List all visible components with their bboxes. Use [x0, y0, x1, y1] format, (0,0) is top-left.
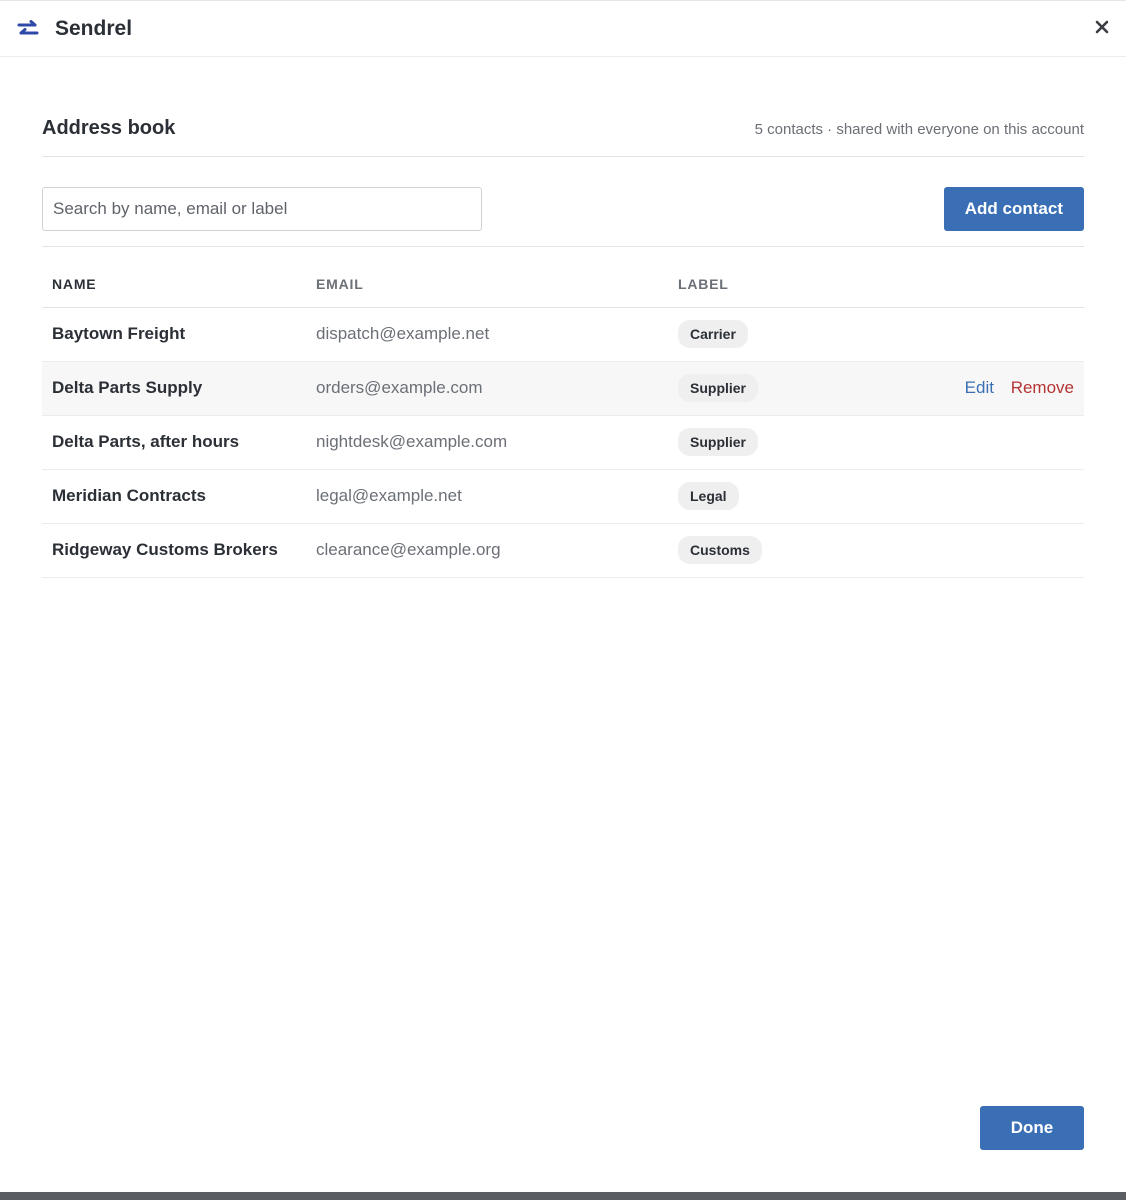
done-button[interactable]: Done — [980, 1106, 1084, 1150]
label-badge: Customs — [678, 536, 762, 564]
contact-name: Delta Parts Supply — [42, 361, 306, 416]
window-bottom-edge — [0, 1192, 1126, 1200]
swap-arrows-icon — [16, 17, 40, 41]
row-actions — [918, 307, 1084, 362]
contacts-table: NAME EMAIL LABEL Baytown Freight dispatc… — [42, 247, 1084, 578]
remove-contact-link[interactable]: Remove — [1011, 378, 1074, 397]
contact-email: legal@example.net — [306, 469, 668, 524]
column-header-name: NAME — [42, 247, 306, 308]
main-content: Address book 5 contacts · shared with ev… — [42, 57, 1084, 578]
label-badge: Supplier — [678, 428, 759, 456]
toolbar: Add contact — [42, 157, 1084, 247]
row-actions — [918, 415, 1084, 470]
contact-email: orders@example.com — [306, 361, 668, 416]
title-bar: Sendrel — [0, 1, 1126, 57]
add-contact-button[interactable]: Add contact — [943, 187, 1084, 231]
row-actions: Edit Remove — [918, 361, 1084, 416]
contact-name: Meridian Contracts — [42, 469, 306, 524]
contact-name: Baytown Freight — [42, 307, 306, 362]
label-badge: Legal — [678, 482, 739, 510]
column-header-actions — [918, 247, 1084, 308]
edit-contact-link[interactable]: Edit — [965, 378, 994, 397]
contacts-summary: 5 contacts · shared with everyone on thi… — [754, 121, 1084, 138]
table-row[interactable]: Ridgeway Customs Brokers clearance@examp… — [42, 523, 1084, 578]
contact-email: nightdesk@example.com — [306, 415, 668, 470]
table-row[interactable]: Baytown Freight dispatch@example.net Car… — [42, 307, 1084, 362]
column-header-email: EMAIL — [306, 247, 668, 308]
contact-name: Ridgeway Customs Brokers — [42, 523, 306, 578]
contact-name: Delta Parts, after hours — [42, 415, 306, 470]
address-book-window: Sendrel Address book 5 contacts · shared… — [0, 0, 1126, 1200]
close-icon[interactable] — [1090, 15, 1114, 39]
table-header-row: NAME EMAIL LABEL — [42, 247, 1084, 308]
table-row[interactable]: Delta Parts, after hours nightdesk@examp… — [42, 415, 1084, 470]
label-badge: Carrier — [678, 320, 748, 348]
search-input[interactable] — [42, 187, 482, 231]
table-row[interactable]: Delta Parts Supply orders@example.com Su… — [42, 361, 1084, 416]
row-actions — [918, 523, 1084, 578]
app-title: Sendrel — [55, 16, 133, 40]
table-row[interactable]: Meridian Contracts legal@example.net Leg… — [42, 469, 1084, 524]
row-actions — [918, 469, 1084, 524]
contact-email: clearance@example.org — [306, 523, 668, 578]
column-header-label: LABEL — [668, 247, 918, 308]
label-badge: Supplier — [678, 374, 759, 402]
contact-email: dispatch@example.net — [306, 307, 668, 362]
page-title: Address book — [42, 117, 176, 139]
page-header: Address book 5 contacts · shared with ev… — [42, 57, 1084, 157]
